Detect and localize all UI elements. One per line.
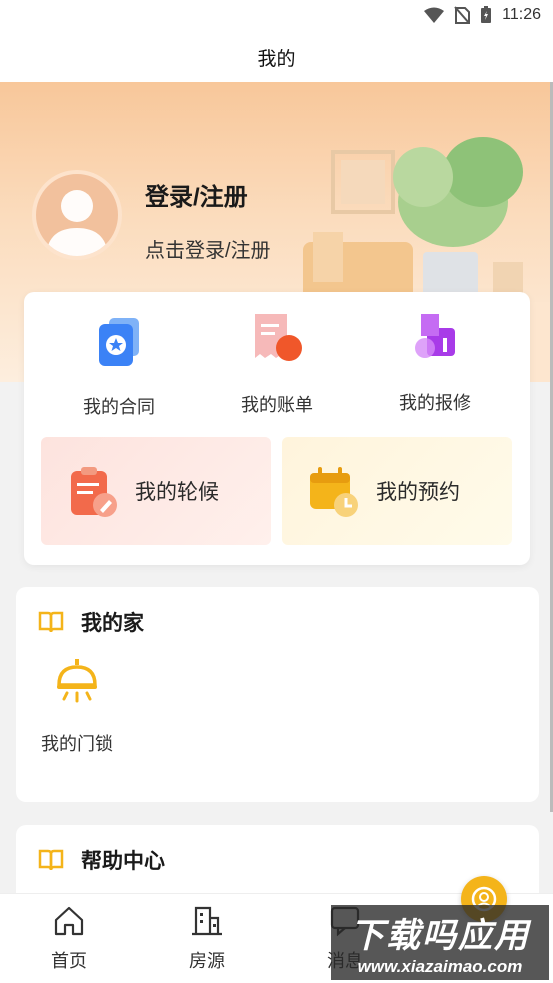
my-lock-button[interactable]: 我的门锁 bbox=[38, 657, 116, 756]
status-icons: 11:26 bbox=[424, 6, 541, 24]
contract-star-icon bbox=[99, 318, 139, 366]
book-icon bbox=[38, 849, 64, 871]
my-contract-button[interactable]: 我的合同 bbox=[44, 314, 194, 419]
watermark-text: 下载吗应用 bbox=[350, 917, 530, 955]
clipboard-edit-icon bbox=[71, 467, 117, 517]
home-icon bbox=[54, 906, 84, 936]
status-time: 11:26 bbox=[502, 6, 541, 23]
my-bill-label: 我的账单 bbox=[241, 395, 313, 415]
watermark-url: www.xiazaimao.com bbox=[357, 957, 523, 976]
user-silhouette-icon bbox=[46, 190, 108, 256]
my-waitlist-tile[interactable]: 我的轮候 bbox=[41, 437, 271, 545]
my-lock-label: 我的门锁 bbox=[41, 734, 113, 754]
my-home-header: 我的家 bbox=[38, 607, 144, 637]
nav-bar: 我的 bbox=[0, 32, 553, 82]
my-repair-label: 我的报修 bbox=[399, 393, 471, 413]
status-bar: 11:26 bbox=[0, 0, 553, 32]
repair-icon bbox=[415, 314, 455, 358]
my-booking-tile[interactable]: 我的预约 bbox=[282, 437, 512, 545]
help-center-title: 帮助中心 bbox=[81, 850, 165, 873]
tab-home[interactable]: 首页 bbox=[29, 904, 109, 973]
page-title: 我的 bbox=[257, 48, 296, 70]
book-icon bbox=[38, 611, 64, 633]
my-home-title: 我的家 bbox=[81, 612, 144, 635]
help-center-header: 帮助中心 bbox=[38, 845, 165, 875]
battery-icon bbox=[481, 6, 492, 23]
watermark-overlay: 下载吗应用 www.xiazaimao.com bbox=[331, 905, 549, 980]
my-waitlist-label: 我的轮候 bbox=[135, 481, 219, 504]
tab-listings-label: 房源 bbox=[189, 951, 225, 971]
bill-icon bbox=[255, 314, 302, 361]
my-home-card: 我的家 我的门锁 bbox=[16, 587, 539, 802]
lock-lamp-icon bbox=[57, 659, 97, 703]
login-title[interactable]: 登录/注册 bbox=[145, 177, 248, 212]
avatar[interactable] bbox=[32, 170, 122, 260]
my-booking-label: 我的预约 bbox=[376, 481, 460, 504]
tab-listings[interactable]: 房源 bbox=[167, 904, 247, 973]
quick-actions-card: 我的合同 我的账单 我的报修 我的轮候 我的预约 bbox=[24, 292, 530, 565]
no-sim-icon bbox=[454, 6, 471, 24]
building-icon bbox=[192, 906, 222, 936]
calendar-clock-icon bbox=[310, 467, 358, 517]
my-repair-button[interactable]: 我的报修 bbox=[360, 310, 510, 415]
wifi-icon bbox=[424, 7, 445, 23]
tab-home-label: 首页 bbox=[51, 951, 87, 971]
my-contract-label: 我的合同 bbox=[83, 397, 155, 417]
login-subtitle[interactable]: 点击登录/注册 bbox=[145, 234, 271, 263]
my-bill-button[interactable]: 我的账单 bbox=[202, 312, 352, 417]
